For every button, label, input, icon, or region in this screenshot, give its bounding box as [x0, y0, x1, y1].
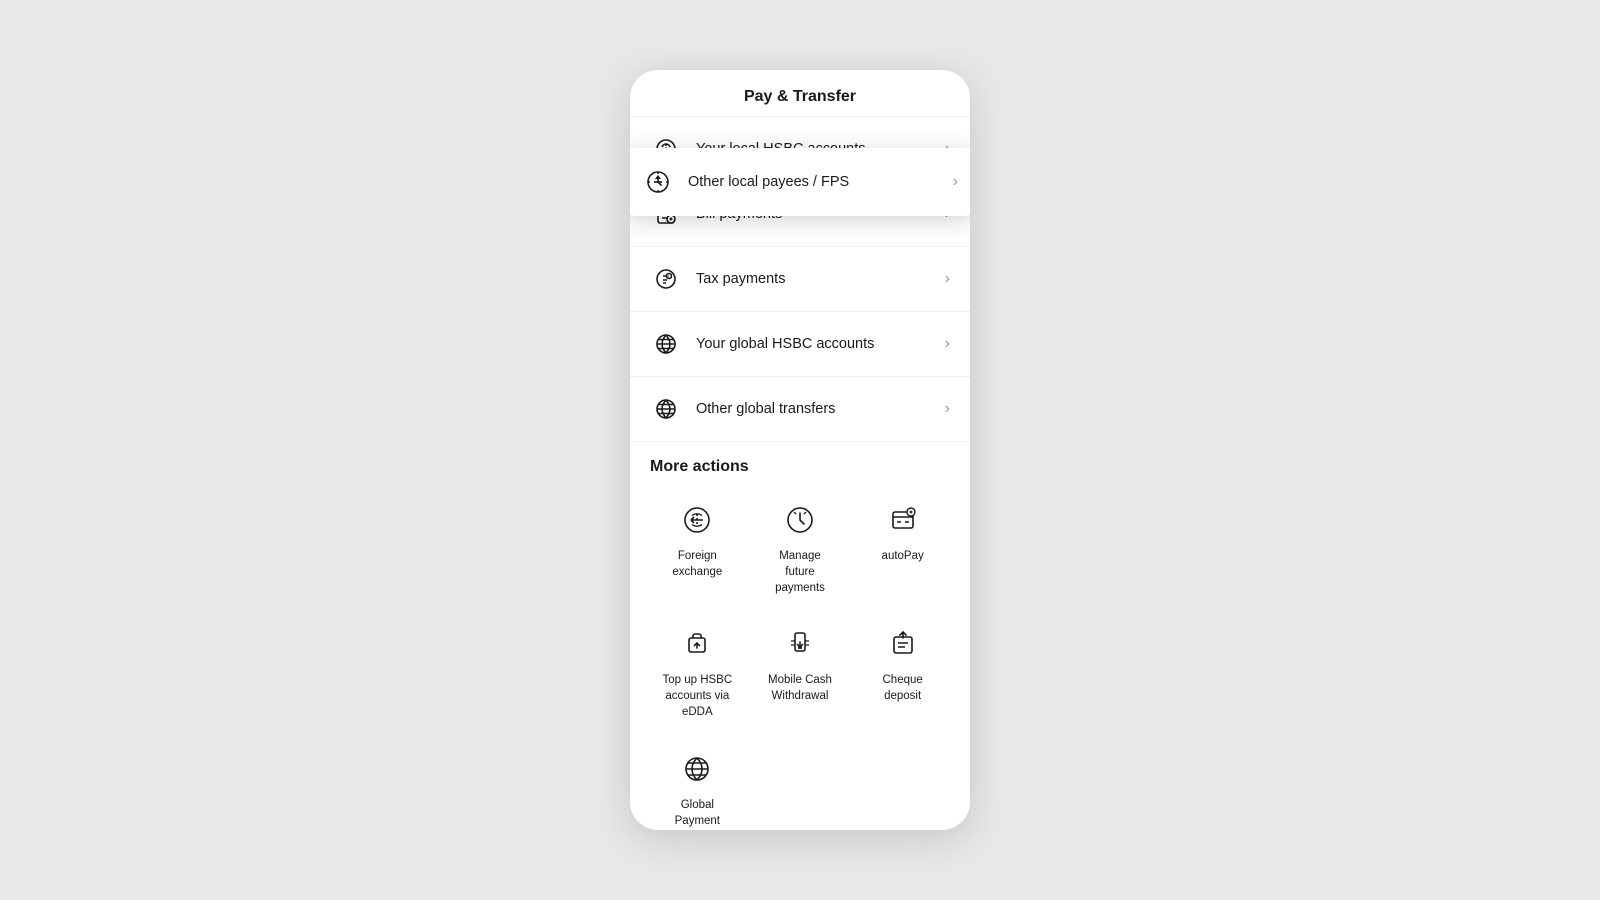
menu-label-global-hsbc: Your global HSBC accounts [696, 336, 945, 352]
action-foreign-exchange[interactable]: Foreignexchange [650, 492, 745, 604]
topup-hsbc-icon [677, 624, 717, 664]
tooltip-popup: Other local payees / FPS › [630, 148, 970, 216]
chevron-icon: › [945, 400, 950, 418]
tooltip-label: Other local payees / FPS [688, 174, 953, 190]
more-actions-title: More actions [650, 458, 950, 476]
more-actions-section: More actions Foreignexchange [630, 442, 970, 830]
fps-icon [642, 166, 674, 198]
cheque-deposit-icon [883, 624, 923, 664]
action-cheque-deposit[interactable]: Chequedeposit [855, 616, 950, 728]
tooltip-chevron: › [953, 173, 958, 191]
autopay-icon [883, 500, 923, 540]
action-label-cheque: Chequedeposit [883, 672, 923, 704]
action-label-manage-future: Managefuturepayments [775, 548, 825, 596]
menu-label-tax: Tax payments [696, 271, 945, 287]
phone-container: Pay & Transfer Your local HSBC accounts … [630, 70, 970, 830]
action-label-foreign-exchange: Foreignexchange [672, 548, 722, 580]
action-label-topup: Top up HSBCaccounts viaeDDA [662, 672, 732, 720]
action-mobile-cash[interactable]: Mobile CashWithdrawal [753, 616, 848, 728]
action-global-tracker[interactable]: GlobalPaymentTracker [650, 741, 745, 830]
global-tracker-icon [677, 749, 717, 789]
manage-future-icon [780, 500, 820, 540]
tax-icon: $ [650, 263, 682, 295]
chevron-icon: › [945, 270, 950, 288]
action-manage-future[interactable]: Managefuturepayments [753, 492, 848, 604]
action-label-global-tracker: GlobalPaymentTracker [675, 797, 720, 830]
chevron-icon: › [945, 335, 950, 353]
action-label-autopay: autoPay [882, 548, 924, 564]
menu-item-global-hsbc[interactable]: Your global HSBC accounts › [630, 312, 970, 377]
global-transfers-icon [650, 393, 682, 425]
menu-item-tax[interactable]: $ Tax payments › [630, 247, 970, 312]
action-topup-hsbc[interactable]: Top up HSBCaccounts viaeDDA [650, 616, 745, 728]
page-header: Pay & Transfer [630, 70, 970, 117]
action-autopay[interactable]: autoPay [855, 492, 950, 604]
menu-item-global-transfers[interactable]: Other global transfers › [630, 377, 970, 442]
actions-grid: Foreignexchange Managefuturepayments [650, 492, 950, 830]
global-hsbc-icon [650, 328, 682, 360]
action-label-mobile-cash: Mobile CashWithdrawal [768, 672, 832, 704]
mobile-cash-icon [780, 624, 820, 664]
tooltip-menu-item[interactable]: Other local payees / FPS › [630, 148, 970, 216]
page-title: Pay & Transfer [744, 88, 856, 105]
menu-label-global-transfers: Other global transfers [696, 401, 945, 417]
foreign-exchange-icon [677, 500, 717, 540]
